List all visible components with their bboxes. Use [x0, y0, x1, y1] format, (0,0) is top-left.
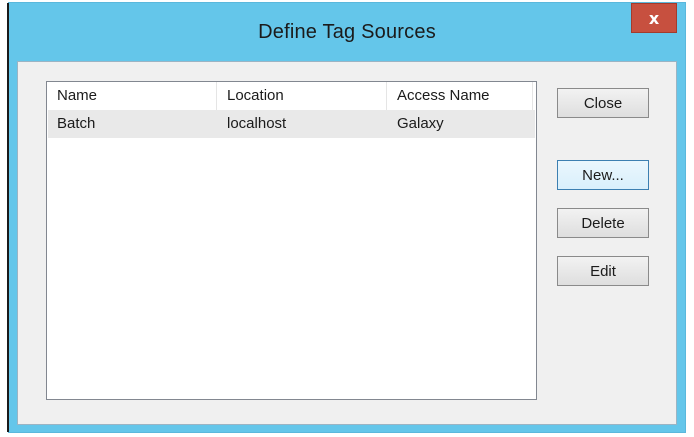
title-bar[interactable]: Define Tag Sources x [9, 3, 685, 61]
column-header-name[interactable]: Name [47, 82, 217, 110]
column-header-location[interactable]: Location [217, 82, 387, 110]
delete-button[interactable]: Delete [557, 208, 649, 238]
cell-location: localhost [227, 115, 287, 132]
tag-sources-list[interactable]: Name Location Access Name Batch localhos… [46, 81, 537, 400]
list-item[interactable]: Batch localhost Galaxy [48, 110, 535, 138]
close-glyph: x [648, 8, 660, 28]
dialog-window: Define Tag Sources x Name Location Acces… [7, 2, 686, 433]
new-button[interactable]: New... [557, 160, 649, 190]
edit-button[interactable]: Edit [557, 256, 649, 286]
close-icon[interactable]: x [631, 3, 677, 33]
dialog-client-area: Name Location Access Name Batch localhos… [17, 61, 677, 425]
cell-access-name: Galaxy [397, 115, 444, 132]
close-button[interactable]: Close [557, 88, 649, 118]
dialog-title: Define Tag Sources [258, 21, 436, 43]
list-header: Name Location Access Name [47, 82, 536, 110]
column-header-access-name[interactable]: Access Name [387, 82, 533, 110]
cell-name: Batch [57, 115, 96, 132]
